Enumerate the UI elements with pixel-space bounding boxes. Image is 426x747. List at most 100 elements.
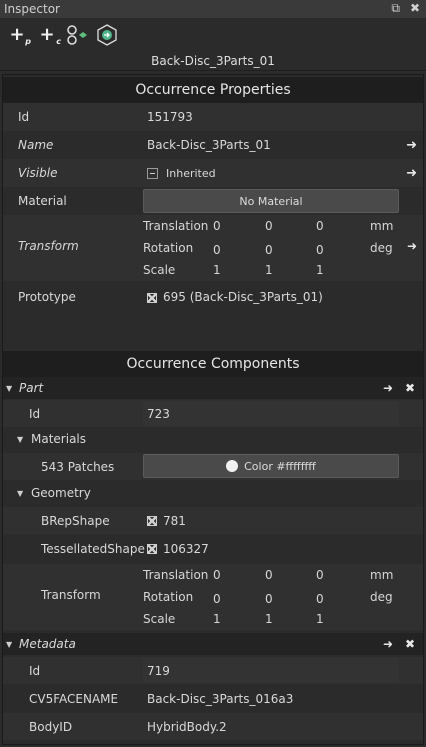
metadata-collapse-icon[interactable]: ▼	[6, 640, 12, 649]
patches-label: 543 Patches	[41, 459, 115, 474]
part-scale-y[interactable]: 1	[265, 608, 273, 630]
scale-line: Scale 1 1 1	[3, 259, 423, 281]
translation-line: Translation 0 0 0 mm	[3, 215, 423, 237]
rotation-z[interactable]: 0	[316, 239, 324, 261]
translation-label: Translation	[143, 219, 209, 233]
part-id-row: Id 723	[3, 400, 423, 427]
cv5-value[interactable]: Back-Disc_3Parts_016a3	[147, 692, 293, 706]
brep-value: 781	[163, 513, 186, 528]
geometry-group[interactable]: ▼ Geometry	[3, 482, 423, 504]
part-id-value: 723	[147, 406, 170, 421]
part-translation-x[interactable]: 0	[213, 564, 221, 586]
tess-label: TessellatedShape	[41, 541, 145, 556]
metadata-component-header[interactable]: ▼ Metadata ➜ ✖	[3, 633, 423, 655]
name-label: Name	[18, 138, 54, 152]
visible-arrow-icon[interactable]: ➜	[406, 166, 417, 181]
geometry-label: Geometry	[31, 486, 91, 500]
part-arrow-icon[interactable]: ➜	[383, 381, 393, 395]
patches-row: 543 Patches Color #ffffffff	[3, 453, 423, 480]
go-to-icon[interactable]	[96, 23, 118, 46]
part-translation-label: Translation	[143, 568, 209, 582]
part-translation-z[interactable]: 0	[316, 564, 324, 586]
translation-x[interactable]: 0	[213, 215, 221, 237]
color-button[interactable]: Color #ffffffff	[143, 454, 399, 478]
scale-z[interactable]: 1	[316, 259, 324, 281]
part-scale-x[interactable]: 1	[213, 608, 221, 630]
inspector-panel: Occurrence Properties Id 151793 Name Bac…	[2, 74, 424, 745]
part-translation-unit: mm	[370, 568, 394, 582]
brep-value-wrap[interactable]: 781	[147, 514, 186, 528]
brep-row: BRepShape 781	[3, 507, 423, 534]
rotation-y[interactable]: 0	[265, 239, 273, 261]
tess-value-wrap[interactable]: 106327	[147, 542, 209, 556]
part-component-header[interactable]: ▼ Part ➜ ✖	[3, 377, 423, 399]
name-value[interactable]: Back-Disc_3Parts_01	[147, 138, 271, 152]
part-id-label: Id	[29, 406, 41, 421]
part-scale-z[interactable]: 1	[316, 608, 324, 630]
geometry-collapse-icon[interactable]: ▼	[17, 489, 23, 498]
prototype-link-icon	[147, 292, 157, 303]
tess-value: 106327	[163, 541, 209, 556]
translation-z[interactable]: 0	[316, 215, 324, 237]
part-label: Part	[19, 381, 44, 395]
brep-label: BRepShape	[41, 513, 110, 528]
add-component-subscript: c	[56, 36, 61, 46]
cv5-label: CV5FACENAME	[29, 691, 119, 706]
visible-control[interactable]: Inherited	[147, 166, 216, 180]
id-value: 151793	[147, 110, 193, 124]
metadata-cv5-row: CV5FACENAME Back-Disc_3Parts_016a3	[3, 685, 423, 712]
prototype-label: Prototype	[18, 290, 76, 304]
property-row-name: Name Back-Disc_3Parts_01 ➜	[3, 131, 423, 159]
materials-group[interactable]: ▼ Materials	[3, 428, 423, 450]
scale-x[interactable]: 1	[213, 259, 221, 281]
tess-row: TessellatedShape 106327	[3, 535, 423, 562]
prototype-value: 695 (Back-Disc_3Parts_01)	[163, 290, 323, 304]
part-rotation-x[interactable]: 0	[213, 588, 221, 610]
brep-link-icon	[147, 516, 157, 526]
visible-checkbox[interactable]	[147, 168, 158, 179]
add-component-icon[interactable]: + c	[36, 24, 61, 46]
materials-label: Materials	[31, 432, 87, 446]
pin-icon[interactable]: ⧉	[391, 1, 400, 16]
part-rotation-unit: deg	[370, 590, 393, 604]
name-arrow-icon[interactable]: ➜	[406, 138, 417, 153]
translation-unit: mm	[370, 219, 394, 233]
rotation-unit: deg	[370, 241, 393, 255]
occurrence-name-header: Back-Disc_3Parts_01	[0, 51, 426, 71]
rotation-x[interactable]: 0	[213, 239, 221, 261]
close-icon[interactable]: ✖	[410, 1, 420, 16]
property-row-visible: Visible Inherited ➜	[3, 159, 423, 187]
color-swatch-icon	[226, 460, 239, 472]
part-transform-block: Transform Translation 0 0 0 mm Rotation …	[3, 564, 423, 630]
metadata-arrow-icon[interactable]: ➜	[383, 637, 393, 651]
material-button[interactable]: No Material	[143, 189, 399, 213]
hierarchy-icon[interactable]	[66, 24, 88, 46]
translation-y[interactable]: 0	[265, 215, 273, 237]
prototype-value-wrap[interactable]: 695 (Back-Disc_3Parts_01)	[147, 290, 323, 304]
scale-y[interactable]: 1	[265, 259, 273, 281]
add-part-icon[interactable]: + p	[6, 24, 31, 46]
visible-value: Inherited	[166, 167, 216, 180]
occurrence-properties-title: Occurrence Properties	[3, 77, 423, 103]
metadata-id-label: Id	[29, 663, 41, 678]
part-rotation-z[interactable]: 0	[316, 588, 324, 610]
rotation-line: Rotation 0 0 0 deg	[3, 237, 423, 259]
tess-link-icon	[147, 544, 157, 554]
materials-collapse-icon[interactable]: ▼	[17, 435, 23, 444]
metadata-remove-icon[interactable]: ✖	[405, 637, 415, 651]
part-remove-icon[interactable]: ✖	[405, 381, 415, 395]
part-scale-line: Scale 1 1 1	[3, 608, 423, 630]
metadata-label: Metadata	[19, 637, 76, 651]
inspector-toolbar: + p + c	[0, 18, 426, 51]
visible-label: Visible	[18, 166, 58, 180]
body-value[interactable]: HybridBody.2	[147, 720, 227, 734]
part-rotation-y[interactable]: 0	[265, 588, 273, 610]
add-part-subscript: p	[25, 36, 31, 46]
part-rotation-label: Rotation	[143, 590, 194, 604]
scale-label: Scale	[143, 263, 176, 277]
part-id-field	[143, 401, 399, 426]
body-label: BodyID	[29, 719, 73, 734]
part-translation-y[interactable]: 0	[265, 564, 273, 586]
property-row-id: Id 151793	[3, 103, 423, 131]
part-collapse-icon[interactable]: ▼	[6, 384, 12, 393]
